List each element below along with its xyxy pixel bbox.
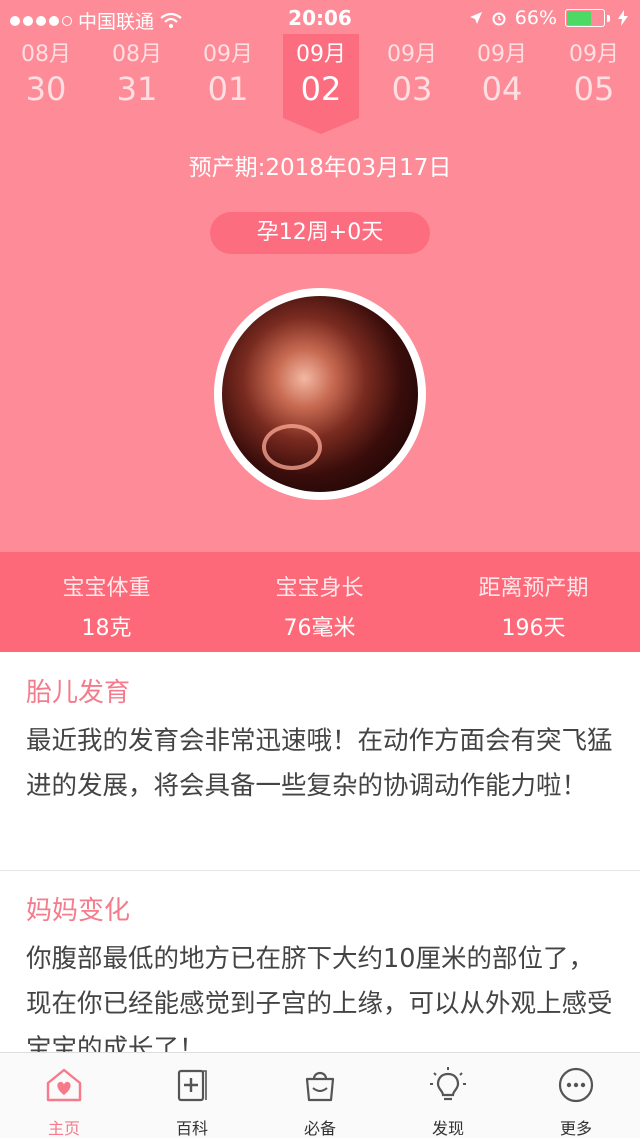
bag-icon bbox=[305, 1071, 335, 1102]
fetus-picture bbox=[222, 296, 418, 492]
more-icon bbox=[558, 1067, 594, 1103]
stat-length: 宝宝身长 76毫米 bbox=[213, 570, 426, 642]
section-text: 最近我的发育会非常迅速哦！在动作方面会有突飞猛进的发展，将会具备一些复杂的协调动… bbox=[26, 726, 613, 801]
date-month: 08月 bbox=[21, 42, 71, 67]
date-month: 09月 bbox=[203, 42, 253, 67]
tab-label: 主页 bbox=[47, 1119, 80, 1138]
date-day: 03 bbox=[391, 70, 433, 108]
encyclopedia-icon bbox=[177, 1069, 207, 1102]
date-item-selected[interactable]: 09月 02 bbox=[283, 34, 359, 108]
home-heart-icon bbox=[46, 1068, 82, 1102]
due-date: 预产期:2018年03月17日 bbox=[188, 155, 452, 181]
tab-label: 必备 bbox=[303, 1119, 336, 1138]
tab-essentials[interactable]: 必备 bbox=[256, 1065, 384, 1138]
date-month: 09月 bbox=[477, 42, 527, 67]
section-title: 妈妈变化 bbox=[26, 896, 131, 926]
date-day: 01 bbox=[207, 70, 249, 108]
date-month: 08月 bbox=[112, 42, 162, 67]
date-day: 02 bbox=[300, 70, 342, 108]
section-divider bbox=[0, 870, 640, 871]
status-bar: 中国联通 20:06 66% bbox=[0, 0, 640, 36]
fetus-image[interactable] bbox=[214, 288, 426, 500]
date-day: 30 bbox=[25, 70, 67, 108]
date-selector: 08月 30 08月 31 09月 01 09月 02 09月 03 09月 0… bbox=[0, 34, 640, 134]
stat-value: 18克 bbox=[81, 616, 132, 641]
stat-label: 宝宝体重 bbox=[62, 576, 151, 601]
alarm-icon bbox=[492, 12, 506, 26]
tab-discover[interactable]: 发现 bbox=[384, 1065, 512, 1138]
tab-more[interactable]: 更多 bbox=[512, 1065, 640, 1138]
pregnancy-header: 中国联通 20:06 66% 08月 30 08月 31 09月 01 09月 … bbox=[0, 0, 640, 552]
date-item[interactable]: 09月 03 bbox=[374, 34, 450, 108]
section-fetal-development: 胎儿发育 最近我的发育会非常迅速哦！在动作方面会有突飞猛进的发展，将会具备一些复… bbox=[26, 672, 616, 809]
tab-label: 百科 bbox=[175, 1119, 208, 1138]
location-icon bbox=[469, 12, 482, 24]
tab-home[interactable]: 主页 bbox=[0, 1065, 128, 1138]
date-day: 05 bbox=[573, 70, 615, 108]
charging-icon bbox=[618, 10, 628, 26]
date-day: 04 bbox=[481, 70, 523, 108]
battery-icon bbox=[565, 9, 605, 27]
stat-days-left: 距离预产期 196天 bbox=[427, 570, 640, 642]
date-day: 31 bbox=[116, 70, 158, 108]
pregnancy-week-badge: 孕12周+0天 bbox=[210, 212, 430, 254]
stat-label: 距离预产期 bbox=[478, 576, 589, 601]
stat-label: 宝宝身长 bbox=[275, 576, 364, 601]
section-mother-changes: 妈妈变化 你腹部最低的地方已在脐下大约10厘米的部位了，现在你已经能感觉到子宫的… bbox=[26, 890, 616, 1072]
stat-value: 76毫米 bbox=[283, 616, 356, 641]
tab-label: 更多 bbox=[559, 1119, 592, 1138]
tab-encyclopedia[interactable]: 百科 bbox=[128, 1065, 256, 1138]
section-title: 胎儿发育 bbox=[26, 678, 131, 708]
lightbulb-icon bbox=[430, 1067, 466, 1101]
battery-percent: 66% bbox=[514, 7, 557, 29]
date-item[interactable]: 09月 05 bbox=[556, 34, 632, 108]
date-item[interactable]: 08月 30 bbox=[8, 34, 84, 108]
date-item[interactable]: 09月 01 bbox=[190, 34, 266, 108]
date-month: 09月 bbox=[569, 42, 619, 67]
date-item[interactable]: 09月 04 bbox=[464, 34, 540, 108]
date-month: 09月 bbox=[387, 42, 437, 67]
tab-label: 发现 bbox=[431, 1119, 464, 1138]
date-month: 09月 bbox=[296, 42, 346, 67]
baby-stats: 宝宝体重 18克 宝宝身长 76毫米 距离预产期 196天 bbox=[0, 552, 640, 652]
tab-bar: 主页 百科 必备 发现 更多 bbox=[0, 1052, 640, 1138]
stat-weight: 宝宝体重 18克 bbox=[0, 570, 213, 642]
date-item[interactable]: 08月 31 bbox=[99, 34, 175, 108]
stat-value: 196天 bbox=[501, 616, 566, 641]
